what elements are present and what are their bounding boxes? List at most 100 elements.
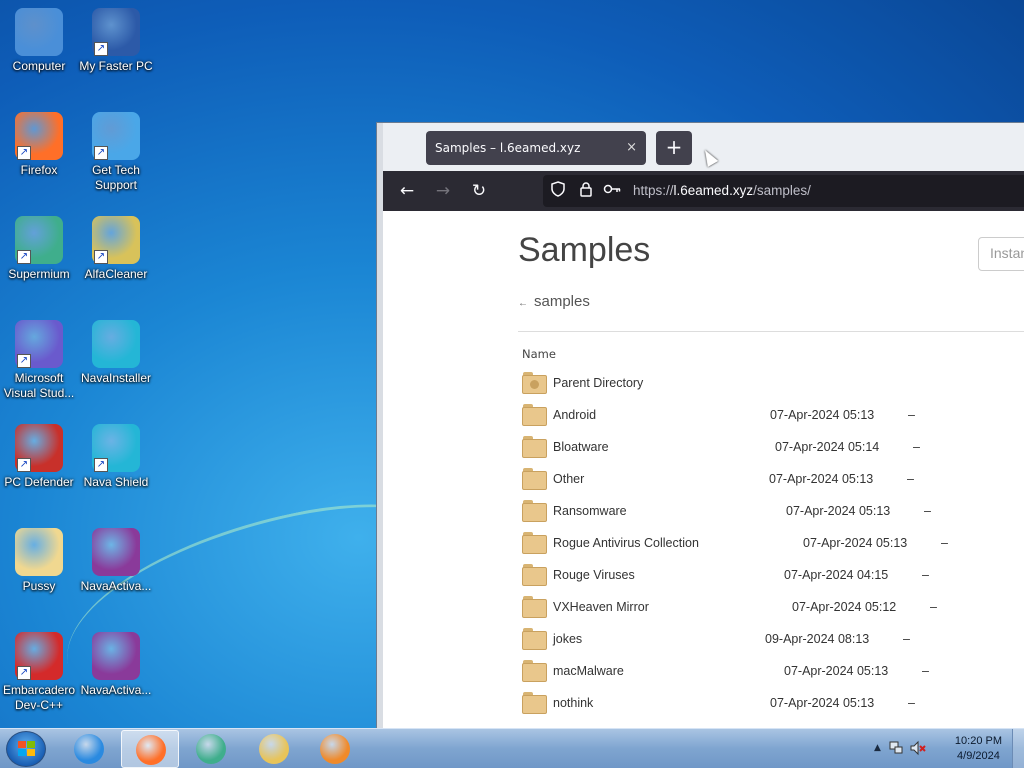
computer-icon [15,8,63,56]
desktop-icon-label: Computer [12,59,66,73]
directory-name-link[interactable]: Rogue Antivirus Collection [553,536,699,550]
devcpp-icon: ↗ [15,632,63,680]
browser-window: Samples – l.6eamed.xyz × + ← → ↻ https:/… [376,122,1024,732]
reload-button[interactable]: ↻ [467,179,491,203]
address-bar[interactable]: https://l.6eamed.xyz/samples/ [543,175,1024,207]
clock[interactable]: 10:20 PM 4/9/2024 [955,734,1002,764]
desktop-icon[interactable]: ↗ PC Defender [0,424,78,490]
desktop-icon-label: NavaActiva... [80,683,152,697]
back-button[interactable]: ← [395,179,419,203]
page-title: Samples [518,231,651,269]
folder-icon [522,692,547,714]
breadcrumb[interactable]: ← samples [518,293,590,310]
directory-name-link[interactable]: nothink [553,696,593,710]
file-explorer-icon [259,734,289,764]
desktop-icon-label: PC Defender [4,475,74,489]
desktop-icon[interactable]: ↗ Get Tech Support [77,112,155,193]
new-tab-button[interactable]: + [656,131,692,165]
folder-icon [522,468,547,490]
directory-name-link[interactable]: Ransomware [553,504,627,518]
directory-name-link[interactable]: Rouge Viruses [553,568,635,582]
shortcut-arrow-icon: ↗ [94,250,108,264]
directory-name-link[interactable]: macMalware [553,664,624,678]
desktop-icon[interactable]: ↗ Nava Shield [77,424,155,490]
nava-shield-icon [92,320,140,368]
directory-name-link[interactable]: Android [553,408,596,422]
size-value: – [930,600,937,614]
shortcut-arrow-icon: ↗ [17,458,31,472]
media-player-icon [320,734,350,764]
back-arrow-icon: ← [518,298,528,309]
key-icon[interactable] [603,181,621,201]
desktop-icon[interactable]: NavaActiva... [77,528,155,594]
tracking-shield-icon[interactable] [551,181,565,201]
desktop-icon-label: Get Tech Support [92,163,140,192]
shortcut-arrow-icon: ↗ [94,42,108,56]
directory-name-link[interactable]: Bloatware [553,440,609,454]
desktop-icon[interactable]: Computer [0,8,78,74]
directory-name-link[interactable]: Parent Directory [553,376,643,390]
folder-icon [522,436,547,458]
modified-date: 07-Apr-2024 05:13 [784,664,889,678]
firefox-icon [136,735,166,765]
desktop-icon[interactable]: ↗ AlfaCleaner [77,216,155,282]
desktop-icon[interactable]: ↗ Microsoft Visual Stud... [0,320,78,401]
navigation-toolbar: ← → ↻ https://l.6eamed.xyz/samples/ [383,171,1024,211]
directory-name-link[interactable]: jokes [553,632,582,646]
taskbar-button[interactable] [245,730,303,768]
modified-date: 09-Apr-2024 08:13 [765,632,870,646]
folder-icon [522,404,547,426]
folder-icon [522,564,547,586]
search-input[interactable]: Instan [978,237,1024,271]
directory-name-link[interactable]: VXHeaven Mirror [553,600,649,614]
folder-icon [522,596,547,618]
column-header-name[interactable]: Name [522,347,556,361]
pc-defender-icon: ↗ [15,424,63,472]
desktop-icon[interactable]: Pussy [0,528,78,594]
desktop-icon[interactable]: NavaActiva... [77,632,155,698]
shortcut-arrow-icon: ↗ [17,354,31,368]
visual-studio-icon: ↗ [15,320,63,368]
network-icon[interactable] [888,740,904,760]
desktop-icon[interactable]: ↗ My Faster PC [77,8,155,74]
desktop-icon-label: NavaActiva... [80,579,152,593]
desktop-icon[interactable]: ↗ Firefox [0,112,78,178]
internet-explorer-icon [74,734,104,764]
folder-icon [15,528,63,576]
show-desktop-button[interactable] [1012,729,1024,768]
desktop-icon[interactable]: ↗ Supermium [0,216,78,282]
volume-muted-icon[interactable] [910,740,926,760]
desktop-icon-label: AlfaCleaner [84,267,148,281]
shortcut-arrow-icon: ↗ [17,250,31,264]
size-value: – [922,664,929,678]
modified-date: 07-Apr-2024 05:13 [770,696,875,710]
shield-monitor-icon: ↗ [92,8,140,56]
folder-icon [522,500,547,522]
size-value: – [908,696,915,710]
parent-folder-icon [522,372,547,394]
taskbar-button[interactable] [60,730,118,768]
taskbar-button[interactable] [306,730,364,768]
desktop-icon-label: Firefox [20,163,58,177]
shortcut-arrow-icon: ↗ [17,666,31,680]
desktop-icon[interactable]: ↗ Embarcadero Dev-C++ [0,632,78,713]
mouse-cursor-icon [699,147,719,167]
desktop-icon-label: Embarcadero Dev-C++ [2,683,76,712]
directory-name-link[interactable]: Other [553,472,584,486]
forward-button[interactable]: → [431,179,455,203]
lock-icon[interactable] [579,181,593,201]
desktop-icon[interactable]: NavaInstaller [77,320,155,386]
desktop-icon-label: Pussy [22,579,56,593]
modified-date: 07-Apr-2024 05:12 [792,600,897,614]
start-button[interactable] [6,731,46,767]
show-hidden-icons-icon[interactable]: ▲ [874,743,881,753]
page-content: Samples Instan ← samples Name Parent Dire… [383,211,1024,731]
url-text[interactable]: https://l.6eamed.xyz/samples/ [633,183,811,198]
modified-date: 07-Apr-2024 05:13 [803,536,908,550]
close-tab-icon[interactable]: × [626,131,637,165]
divider [518,331,1024,332]
breadcrumb-label: samples [534,293,590,310]
browser-tab[interactable]: Samples – l.6eamed.xyz × [426,131,646,165]
taskbar-button[interactable] [182,730,240,768]
taskbar-button[interactable] [121,730,179,768]
